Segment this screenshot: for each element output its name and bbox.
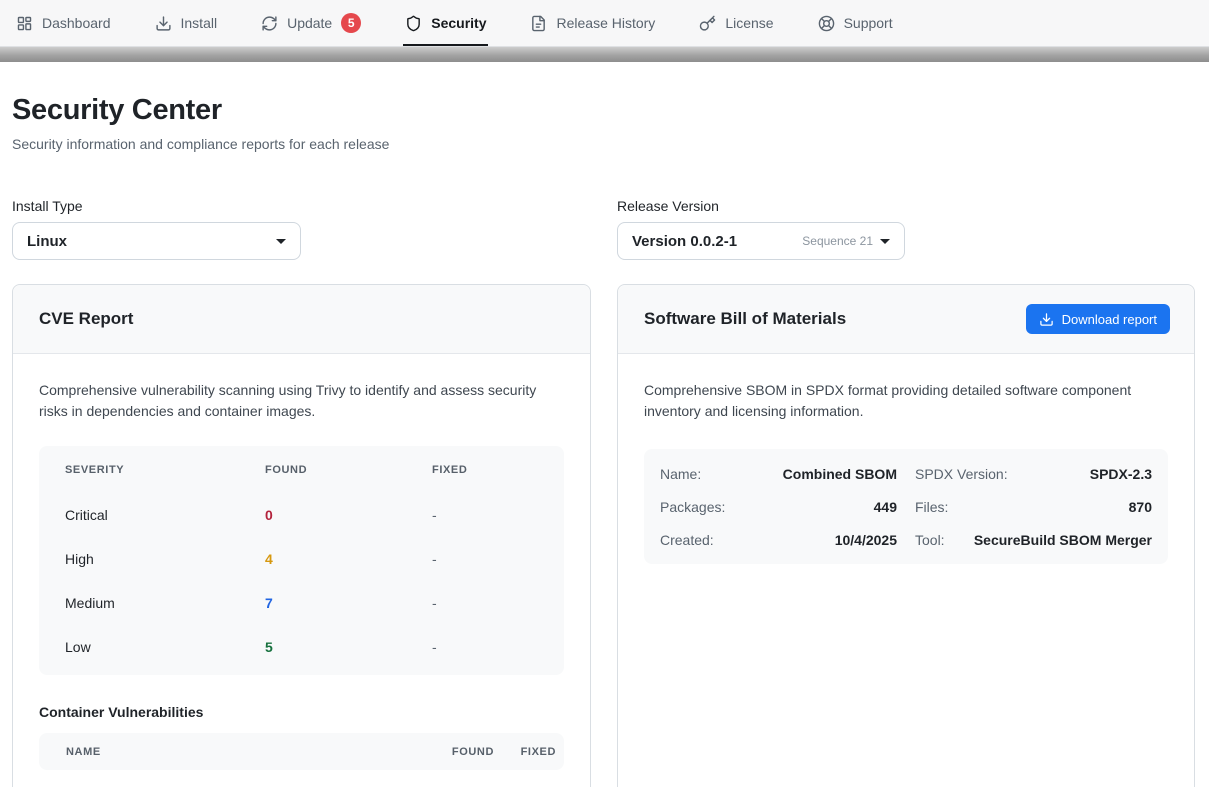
found-count: 4 [265,551,432,567]
fixed-count: - [432,551,564,567]
table-row-high: High 4 - [39,537,564,581]
download-report-button[interactable]: Download report [1026,304,1170,334]
nav-item-release-history[interactable]: Release History [530,0,655,46]
sbom-detail-created: Created: 10/4/2025 [660,523,897,556]
severity-table: Severity Found Fixed Critical 0 - High 4… [39,446,564,675]
support-lifebuoy-icon [818,15,835,32]
detail-label: Created: [660,532,714,548]
sbom-detail-files: Files: 870 [915,490,1152,523]
nav-item-dashboard[interactable]: Dashboard [16,0,111,46]
sbom-detail-packages: Packages: 449 [660,490,897,523]
license-key-icon [699,15,716,32]
detail-value: Combined SBOM [783,466,897,482]
found-count: 5 [265,639,432,655]
nav-item-security[interactable]: Security [405,0,486,46]
download-button-label: Download report [1062,312,1157,327]
detail-value: SPDX-2.3 [1090,466,1152,482]
sbom-card-header: Software Bill of Materials Download repo… [618,285,1194,354]
cve-card-header: CVE Report [13,285,590,354]
found-count: 7 [265,595,432,611]
column-header: Fixed [494,746,556,758]
install-type-value: Linux [27,233,67,250]
detail-label: Name: [660,466,701,482]
nav-item-install[interactable]: Install [155,0,218,46]
container-vulnerabilities-title: Container Vulnerabilities [39,704,564,720]
sbom-card: Software Bill of Materials Download repo… [617,284,1195,787]
install-type-select[interactable]: Linux [12,222,301,260]
nav-label: License [725,15,773,31]
table-row-low: Low 5 - [39,625,564,669]
chevron-down-icon [880,239,890,244]
column-header: Severity [65,464,265,476]
update-count-badge: 5 [341,13,361,33]
severity-label: Low [65,639,265,655]
nav-label: Dashboard [42,15,111,31]
page-subtitle: Security information and compliance repo… [12,136,1195,152]
severity-label: Critical [65,507,265,523]
cve-report-card: CVE Report Comprehensive vulnerability s… [12,284,591,787]
detail-label: Files: [915,499,948,515]
install-type-label: Install Type [12,198,301,214]
column-header: Found [265,464,432,476]
page-title: Security Center [12,94,1195,127]
install-icon [155,15,172,32]
sbom-detail-name: Name: Combined SBOM [660,457,897,490]
table-row-critical: Critical 0 - [39,493,564,537]
severity-table-header: Severity Found Fixed [39,446,564,493]
sbom-details-grid: Name: Combined SBOM SPDX Version: SPDX-2… [644,449,1168,564]
sbom-description: Comprehensive SBOM in SPDX format provid… [644,380,1168,422]
nav-item-license[interactable]: License [699,0,773,46]
table-row-medium: Medium 7 - [39,581,564,625]
severity-label: High [65,551,265,567]
chevron-down-icon [276,239,286,244]
fixed-count: - [432,507,564,523]
sbom-detail-spdx-version: SPDX Version: SPDX-2.3 [915,457,1152,490]
cve-description: Comprehensive vulnerability scanning usi… [39,380,564,422]
fixed-count: - [432,639,564,655]
install-type-filter: Install Type Linux [12,198,301,260]
security-shield-icon [405,15,422,32]
download-icon [1039,312,1054,327]
detail-label: Tool: [915,532,945,548]
severity-label: Medium [65,595,265,611]
nav-label: Install [181,15,218,31]
nav-label: Release History [556,15,655,31]
release-history-icon [530,15,547,32]
detail-label: SPDX Version: [915,466,1008,482]
filters-row: Install Type Linux Release Version Versi… [12,198,1195,260]
release-version-select[interactable]: Version 0.0.2-1 Sequence 21 [617,222,905,260]
found-count: 0 [265,507,432,523]
detail-value: 870 [1129,499,1152,515]
nav-label: Update [287,15,332,31]
column-header: Name [66,746,414,758]
column-header: Found [414,746,494,758]
nav-label: Support [844,15,893,31]
nav-label: Security [431,15,486,31]
container-table-header: Name Found Fixed [39,733,564,770]
sequence-label: Sequence 21 [802,234,873,248]
update-icon [261,15,278,32]
fixed-count: - [432,595,564,611]
detail-label: Packages: [660,499,725,515]
release-version-filter: Release Version Version 0.0.2-1 Sequence… [617,198,905,260]
nav-item-update[interactable]: Update 5 [261,0,361,46]
release-version-label: Release Version [617,198,905,214]
detail-value: SecureBuild SBOM Merger [974,532,1152,548]
sbom-card-title: Software Bill of Materials [644,309,846,329]
dashboard-icon [16,15,33,32]
sbom-detail-tool: Tool: SecureBuild SBOM Merger [915,523,1152,556]
detail-value: 10/4/2025 [835,532,897,548]
scroll-shadow-band [0,47,1209,62]
nav-item-support[interactable]: Support [818,0,893,46]
detail-value: 449 [874,499,897,515]
release-version-value: Version 0.0.2-1 [632,233,737,250]
top-navigation: Dashboard Install Update 5 Security Rele… [0,0,1209,47]
cve-card-title: CVE Report [39,309,133,329]
column-header: Fixed [432,464,564,476]
